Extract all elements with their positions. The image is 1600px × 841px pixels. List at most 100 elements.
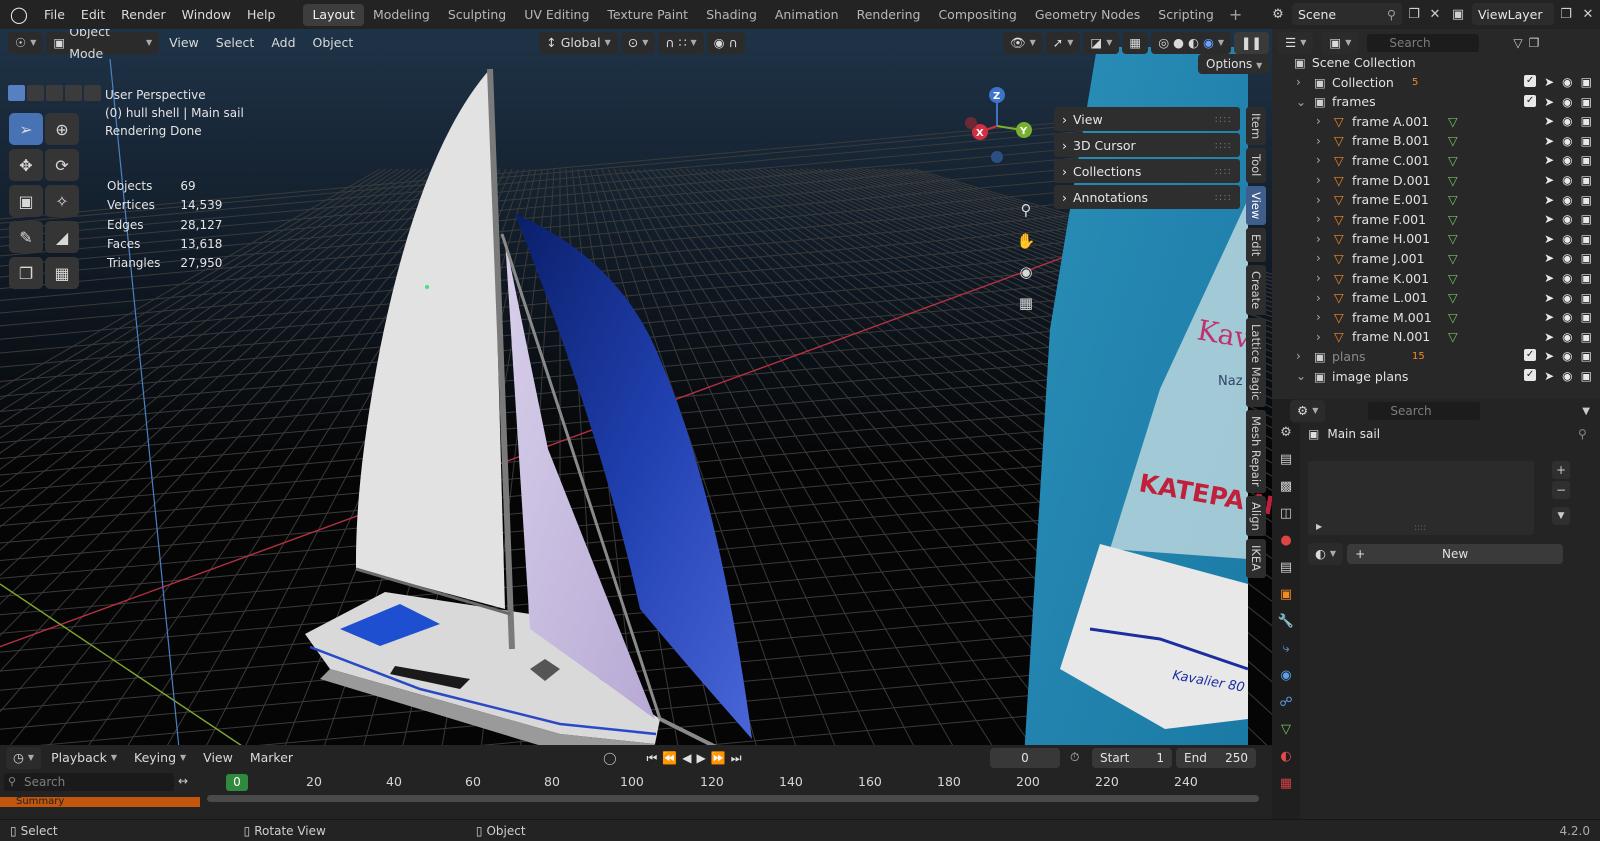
outliner-row[interactable]: › ▽ frame F.001 ▽ ➤ ◉ ▣	[1272, 209, 1600, 229]
view-layer-tab-icon[interactable]: ◫	[1275, 501, 1297, 525]
shading-modes[interactable]: ◎ ● ◐ ◉ ▼	[1151, 31, 1232, 54]
outliner-row[interactable]: › ▽ frame E.001 ▽ ➤ ◉ ▣	[1272, 190, 1600, 210]
camera-render-icon[interactable]: ▣	[1581, 153, 1592, 167]
zoom-icon[interactable]: ⚲	[1013, 197, 1039, 223]
drag-grip-icon[interactable]: ::::	[1215, 114, 1232, 125]
keying-menu[interactable]: Keying ▼	[127, 747, 193, 769]
material-shading-icon[interactable]: ◐	[1188, 32, 1199, 54]
eye-icon[interactable]: ◉	[1562, 212, 1572, 226]
timeline-scrollbar[interactable]	[207, 795, 1259, 802]
material-tab-icon[interactable]: ◐	[1275, 744, 1297, 768]
outliner[interactable]: ☰ ▼ ▣ ▼ Search ▽ ❐ ▣ Scene Collection › ▣ Co…	[1272, 29, 1600, 399]
visibility-button[interactable]: 👁 ▼	[1002, 31, 1043, 54]
outliner-row[interactable]: ⌄ ▣ image plans ✓ ➤ ◉ ▣	[1272, 366, 1600, 386]
menu-file[interactable]: File	[36, 0, 73, 29]
editor-type-button[interactable]: ☉ ▼	[8, 31, 44, 54]
outliner-row[interactable]: › ▽ frame M.001 ▽ ➤ ◉ ▣	[1272, 307, 1600, 327]
tool-tab-icon[interactable]: ⚙	[1275, 420, 1297, 444]
exclude-checkbox[interactable]: ✓	[1524, 94, 1537, 107]
expand-triangle-icon[interactable]: ▶	[1316, 522, 1322, 531]
workspace-tab-shading[interactable]: Shading	[697, 4, 766, 26]
drag-grip-icon[interactable]: ::::	[1215, 140, 1232, 151]
chevron-right-icon[interactable]: ›	[1316, 291, 1321, 305]
current-frame-field[interactable]: 0	[990, 748, 1060, 768]
xray-toggle-button[interactable]: ▦	[1122, 31, 1149, 54]
jump-end-icon[interactable]: ⏭	[731, 751, 747, 765]
eye-icon[interactable]: ◉	[1562, 134, 1572, 148]
chevron-down-icon[interactable]: ▼	[1582, 406, 1590, 417]
world-tab-icon[interactable]: ▤	[1275, 555, 1297, 579]
add-slot-button[interactable]: +	[1552, 461, 1570, 479]
chevron-down-icon[interactable]: ⌄	[1296, 95, 1306, 109]
mesh-data-icon[interactable]: ▽	[1448, 114, 1458, 129]
cursor-tool-icon[interactable]: ⊕	[45, 113, 79, 145]
tab-item[interactable]: Item	[1246, 107, 1266, 146]
mesh-data-icon[interactable]: ▽	[1448, 290, 1458, 305]
scene-selector-icon[interactable]: ⚙	[1268, 4, 1288, 24]
ortho-grid-icon[interactable]: ▦	[1013, 290, 1039, 316]
new-material-button[interactable]: + New	[1347, 544, 1564, 564]
outliner-row[interactable]: › ▽ frame L.001 ▽ ➤ ◉ ▣	[1272, 288, 1600, 308]
delete-view-layer-icon[interactable]: ✕	[1578, 4, 1598, 24]
camera-render-icon[interactable]: ▣	[1581, 330, 1592, 344]
play-icon[interactable]: ▶	[697, 751, 711, 765]
delete-scene-icon[interactable]: ✕	[1425, 4, 1445, 24]
camera-view-icon[interactable]: ◉	[1013, 259, 1039, 285]
properties-editor-type-button[interactable]: ⚙ ▼	[1290, 400, 1326, 422]
object-menu[interactable]: Object	[306, 32, 361, 54]
tab-ikea[interactable]: IKEA	[1246, 539, 1266, 578]
playback-menu[interactable]: Playback ▼	[44, 747, 124, 769]
eye-icon[interactable]: ◉	[1562, 95, 1572, 109]
view-menu[interactable]: View	[162, 32, 206, 54]
tab-mesh-repair[interactable]: Mesh Repair	[1246, 409, 1266, 493]
scene-tab-icon[interactable]: ●	[1275, 528, 1297, 552]
output-tab-icon[interactable]: ▩	[1275, 474, 1297, 498]
panel-annotations[interactable]: › Annotations::::	[1054, 185, 1240, 209]
tab-edit[interactable]: Edit	[1246, 227, 1266, 263]
camera-render-icon[interactable]: ▣	[1581, 232, 1592, 246]
add-cube-tool-icon[interactable]: ❐	[9, 257, 43, 289]
menu-window[interactable]: Window	[174, 0, 239, 29]
slot-specials-button[interactable]: ▼	[1552, 507, 1570, 525]
view-layer-selector[interactable]: ViewLayer	[1472, 3, 1554, 25]
selectable-arrow-icon[interactable]: ➤	[1544, 251, 1554, 265]
pan-hand-icon[interactable]: ✋	[1013, 228, 1039, 254]
tab-align[interactable]: Align	[1246, 495, 1266, 537]
selectable-arrow-icon[interactable]: ➤	[1544, 330, 1554, 344]
mesh-data-icon[interactable]: ▽	[1448, 153, 1458, 168]
selectable-arrow-icon[interactable]: ➤	[1544, 153, 1554, 167]
chevron-right-icon[interactable]: ›	[1316, 212, 1321, 226]
selectable-arrow-icon[interactable]: ➤	[1544, 310, 1554, 324]
eye-icon[interactable]: ◉	[1562, 232, 1572, 246]
chevron-right-icon[interactable]: ›	[1296, 349, 1301, 363]
mesh-data-icon[interactable]: ▽	[1448, 329, 1458, 344]
object-tab-icon[interactable]: ▣	[1275, 582, 1297, 606]
texture-tab-icon[interactable]: ▦	[1275, 771, 1297, 795]
outliner-row[interactable]: › ▽ frame A.001 ▽ ➤ ◉ ▣	[1272, 111, 1600, 131]
stopwatch-icon[interactable]: ⏱	[1070, 750, 1079, 765]
outliner-search-input[interactable]: Search	[1367, 34, 1480, 52]
remove-slot-button[interactable]: −	[1552, 481, 1570, 499]
select-menu[interactable]: Select	[209, 32, 262, 54]
selectable-arrow-icon[interactable]: ➤	[1544, 134, 1554, 148]
filter-icon[interactable]: ▽	[1513, 36, 1522, 50]
panel-3d-cursor[interactable]: › 3D Cursor::::	[1054, 133, 1240, 157]
camera-render-icon[interactable]: ▣	[1581, 349, 1592, 363]
material-slot-list[interactable]: ▶ ::::	[1308, 461, 1534, 535]
tab-tool[interactable]: Tool	[1246, 148, 1266, 183]
properties-search-input[interactable]: Search	[1368, 402, 1481, 420]
mesh-data-icon[interactable]: ▽	[1448, 212, 1458, 227]
workspace-tab-geometry-nodes[interactable]: Geometry Nodes	[1026, 4, 1149, 26]
selectable-arrow-icon[interactable]: ➤	[1544, 349, 1554, 363]
physics-tab-icon[interactable]: ◉	[1275, 663, 1297, 687]
camera-render-icon[interactable]: ▣	[1581, 310, 1592, 324]
exclude-checkbox[interactable]: ✓	[1524, 349, 1537, 362]
chevron-right-icon[interactable]: ›	[1316, 251, 1321, 265]
selectable-arrow-icon[interactable]: ➤	[1544, 114, 1554, 128]
select-box-tool-icon[interactable]: ➢	[9, 113, 43, 145]
transform-tool-icon[interactable]: ✧	[45, 185, 79, 217]
pivot-point-button[interactable]: ⊙ ▼	[620, 31, 656, 54]
eye-icon[interactable]: ◉	[1562, 173, 1572, 187]
timeline-view-menu[interactable]: View	[196, 747, 240, 769]
selectable-arrow-icon[interactable]: ➤	[1544, 232, 1554, 246]
